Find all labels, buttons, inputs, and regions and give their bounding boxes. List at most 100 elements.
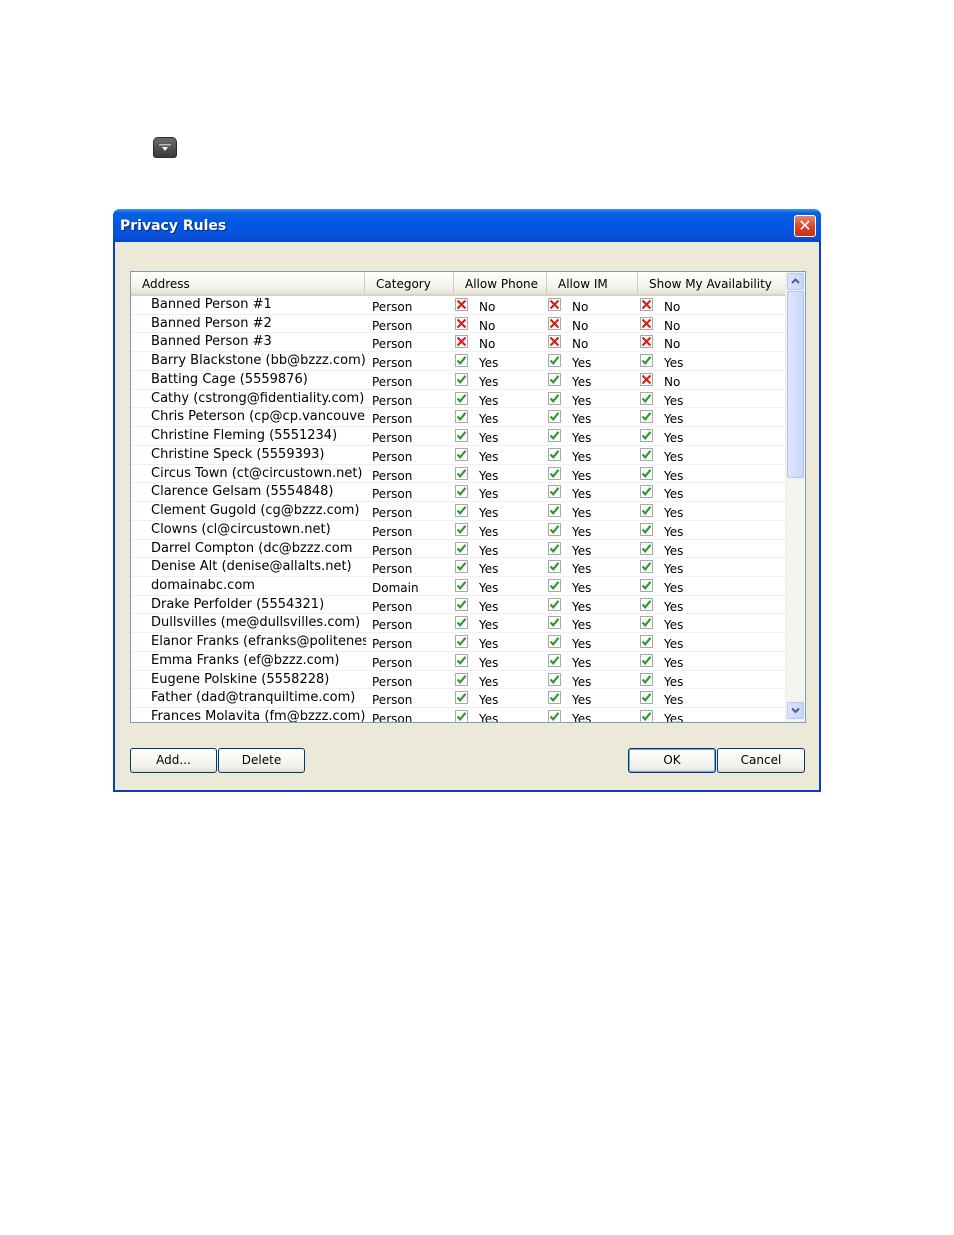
show-availability-cell[interactable]: Yes [640,446,735,464]
checkmark-icon[interactable] [548,541,561,555]
checkmark-icon[interactable] [640,597,653,611]
allow-im-cell[interactable]: Yes [548,689,643,707]
x-mark-icon[interactable] [455,316,468,330]
table-row[interactable]: Batting Cage (5559876) Person Yes Yes No [131,371,786,390]
delete-button[interactable]: Delete [218,748,305,773]
allow-im-cell[interactable]: Yes [548,633,643,651]
add-button[interactable]: Add... [130,748,217,773]
checkmark-icon[interactable] [640,691,653,705]
checkmark-icon[interactable] [455,429,468,443]
checkmark-icon[interactable] [640,579,653,593]
checkmark-icon[interactable] [455,710,468,722]
allow-phone-cell[interactable]: Yes [455,577,550,595]
allow-phone-cell[interactable]: Yes [455,465,550,483]
allow-im-cell[interactable]: Yes [548,558,643,576]
allow-phone-cell[interactable]: Yes [455,371,550,389]
allow-im-cell[interactable]: Yes [548,614,643,632]
ok-button[interactable]: OK [628,748,716,773]
allow-phone-cell[interactable]: Yes [455,427,550,445]
table-row[interactable]: Banned Person #1 Person No No No [131,296,786,315]
scroll-down-button[interactable] [787,702,804,719]
allow-im-cell[interactable]: Yes [548,371,643,389]
table-row[interactable]: Banned Person #3 Person No No No [131,333,786,353]
table-row[interactable]: Chris Peterson (cp@cp.vancouveri Person Ye… [131,408,786,428]
checkmark-icon[interactable] [640,522,653,536]
checkmark-icon[interactable] [640,447,653,461]
checkmark-icon[interactable] [548,597,561,611]
checkmark-icon[interactable] [640,391,653,405]
show-availability-cell[interactable]: Yes [640,652,735,670]
show-availability-cell[interactable]: No [640,333,735,351]
checkmark-icon[interactable] [455,653,468,667]
checkmark-icon[interactable] [640,653,653,667]
table-row[interactable]: Frances Molavita (fm@bzzz.com) Person Yes Y… [131,708,786,722]
checkmark-icon[interactable] [455,354,468,368]
allow-im-cell[interactable]: No [548,315,643,333]
show-availability-cell[interactable]: Yes [640,614,735,632]
checkmark-icon[interactable] [548,616,561,630]
allow-phone-cell[interactable]: Yes [455,708,550,722]
checkmark-icon[interactable] [548,560,561,574]
allow-phone-cell[interactable]: No [455,333,550,351]
allow-im-cell[interactable]: Yes [548,483,643,501]
show-availability-cell[interactable]: Yes [640,390,735,408]
show-availability-cell[interactable]: Yes [640,558,735,576]
table-row[interactable]: Dullsvilles (me@dullsvilles.com) Person Ye… [131,614,786,634]
checkmark-icon[interactable] [455,522,468,536]
column-header-address[interactable]: Address [131,272,365,294]
allow-im-cell[interactable]: Yes [548,465,643,483]
dropdown-menu-icon[interactable] [153,137,177,158]
allow-phone-cell[interactable]: Yes [455,352,550,370]
checkmark-icon[interactable] [548,466,561,480]
table-row[interactable]: domainabc.com Domain Yes Yes Yes [131,577,786,596]
allow-im-cell[interactable]: Yes [548,577,643,595]
x-mark-icon[interactable] [640,372,653,386]
privacy-rules-list[interactable]: Address Category Allow Phone Allow IM Sh… [130,271,806,723]
allow-phone-cell[interactable]: Yes [455,483,550,501]
allow-im-cell[interactable]: Yes [548,427,643,445]
allow-im-cell[interactable]: Yes [548,408,643,426]
allow-im-cell[interactable]: Yes [548,521,643,539]
show-availability-cell[interactable]: Yes [640,521,735,539]
allow-phone-cell[interactable]: Yes [455,408,550,426]
x-mark-icon[interactable] [640,335,653,349]
table-row[interactable]: Barry Blackstone (bb@bzzz.com) Person Yes Y… [131,352,786,371]
allow-im-cell[interactable]: Yes [548,652,643,670]
checkmark-icon[interactable] [548,691,561,705]
checkmark-icon[interactable] [548,447,561,461]
checkmark-icon[interactable] [640,710,653,722]
show-availability-cell[interactable]: No [640,296,735,314]
table-row[interactable]: Darrel Compton (dc@bzzz.com Person Yes Yes Y… [131,540,786,559]
allow-im-cell[interactable]: Yes [548,390,643,408]
show-availability-cell[interactable]: Yes [640,465,735,483]
allow-im-cell[interactable]: No [548,333,643,351]
checkmark-icon[interactable] [548,354,561,368]
table-row[interactable]: Banned Person #2 Person No No No [131,315,786,334]
allow-im-cell[interactable]: Yes [548,352,643,370]
checkmark-icon[interactable] [455,541,468,555]
checkmark-icon[interactable] [640,504,653,518]
table-row[interactable]: Clement Gugold (cg@bzzz.com) Person Yes Yes… [131,502,786,521]
checkmark-icon[interactable] [640,354,653,368]
show-availability-cell[interactable]: Yes [640,427,735,445]
x-mark-icon[interactable] [548,316,561,330]
allow-phone-cell[interactable]: Yes [455,596,550,614]
column-header-category[interactable]: Category [365,272,454,294]
checkmark-icon[interactable] [455,672,468,686]
x-mark-icon[interactable] [455,298,468,311]
checkmark-icon[interactable] [455,616,468,630]
checkmark-icon[interactable] [455,466,468,480]
checkmark-icon[interactable] [640,635,653,649]
checkmark-icon[interactable] [455,447,468,461]
checkmark-icon[interactable] [640,429,653,443]
show-availability-cell[interactable]: Yes [640,502,735,520]
checkmark-icon[interactable] [455,410,468,424]
show-availability-cell[interactable]: Yes [640,352,735,370]
checkmark-icon[interactable] [455,504,468,518]
checkmark-icon[interactable] [640,541,653,555]
table-row[interactable]: Father (dad@tranquiltime.com) Person Yes Ye… [131,689,786,709]
allow-phone-cell[interactable]: Yes [455,689,550,707]
checkmark-icon[interactable] [640,466,653,480]
checkmark-icon[interactable] [548,429,561,443]
checkmark-icon[interactable] [548,504,561,518]
